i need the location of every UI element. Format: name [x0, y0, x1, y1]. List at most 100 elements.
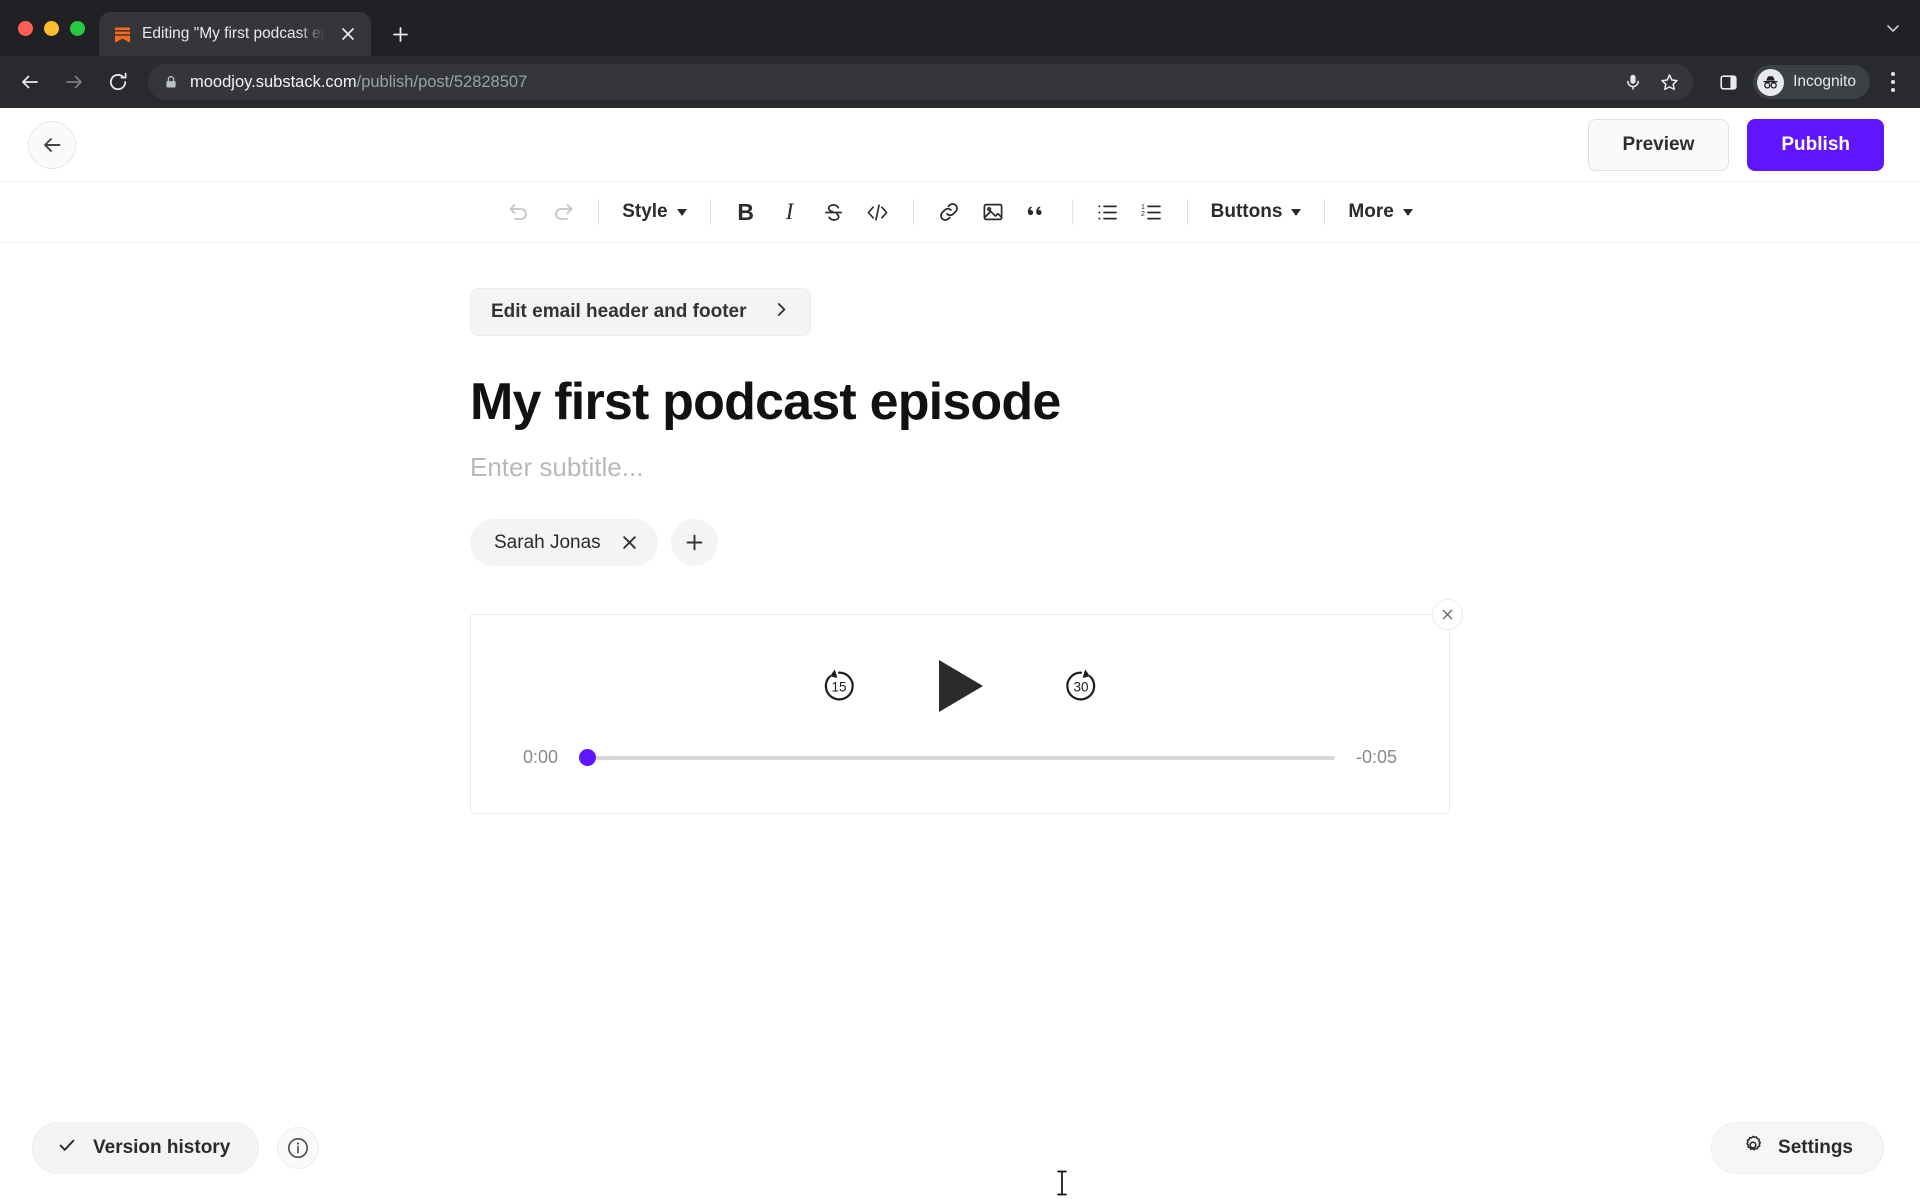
browser-window: Editing "My first podcast episo	[0, 0, 1920, 1200]
post-subtitle-input[interactable]: Enter subtitle...	[470, 452, 1450, 483]
audio-seek-track	[579, 755, 1335, 760]
profile-chip[interactable]: Incognito	[1753, 65, 1870, 99]
new-tab-button[interactable]	[383, 17, 417, 51]
toolbar-divider	[1186, 199, 1188, 225]
forward-arrow-icon	[54, 62, 94, 102]
url-path: /publish/post/52828507	[356, 72, 528, 91]
settings-label: Settings	[1778, 1137, 1853, 1158]
settings-button[interactable]: Settings	[1711, 1122, 1884, 1174]
more-dropdown[interactable]: More	[1338, 190, 1422, 234]
close-icon[interactable]	[335, 21, 361, 47]
formatting-toolbar: Style B I 1 2 Buttons More	[0, 181, 1920, 243]
editor-canvas: Edit email header and footer My first po…	[0, 243, 1920, 1200]
toolbar-divider	[598, 199, 600, 225]
italic-label: I	[785, 199, 794, 224]
link-icon[interactable]	[927, 190, 971, 234]
substack-bookmark-icon	[113, 25, 132, 44]
url-host: moodjoy.substack.com	[190, 72, 357, 91]
address-bar-actions	[1624, 73, 1679, 92]
code-button[interactable]	[856, 190, 900, 234]
address-bar-url: moodjoy.substack.com/publish/post/528285…	[190, 73, 527, 92]
browser-tab-strip: Editing "My first podcast episo	[0, 0, 1920, 56]
audio-player-block: 15 30 0:00 -0:05	[470, 599, 1463, 815]
editor-column: Edit email header and footer My first po…	[470, 243, 1463, 815]
editor-app-header: Preview Publish	[0, 108, 1920, 181]
add-author-button[interactable]	[670, 519, 718, 567]
info-icon[interactable]	[277, 1127, 320, 1169]
toolbar-divider	[1071, 199, 1073, 225]
close-window-button[interactable]	[18, 20, 33, 36]
lock-icon	[164, 75, 178, 89]
svg-text:1: 1	[1141, 204, 1145, 211]
toolbar-divider	[912, 199, 914, 225]
browser-right-controls: Incognito	[1705, 65, 1908, 99]
browser-tab[interactable]: Editing "My first podcast episo	[99, 12, 371, 56]
side-panel-icon[interactable]	[1711, 65, 1745, 99]
bold-button[interactable]: B	[724, 190, 768, 234]
chevron-down-icon	[1291, 208, 1302, 216]
browser-tab-title: Editing "My first podcast episo	[142, 25, 325, 42]
preview-button[interactable]: Preview	[1587, 118, 1730, 171]
gear-icon	[1742, 1134, 1764, 1162]
audio-seek-slider[interactable]	[579, 748, 1335, 768]
page-content: Preview Publish Style B I 1 2 Buttons Mo…	[0, 108, 1920, 1200]
audio-transport-controls: 15 30	[523, 615, 1397, 715]
audio-progress-row: 0:00 -0:05	[523, 747, 1397, 768]
back-arrow-icon[interactable]	[10, 62, 50, 102]
play-icon[interactable]	[934, 657, 986, 715]
publish-button[interactable]: Publish	[1747, 118, 1884, 171]
toolbar-divider	[1324, 199, 1326, 225]
buttons-dropdown[interactable]: Buttons	[1201, 190, 1312, 234]
maximize-window-button[interactable]	[70, 20, 85, 36]
svg-text:30: 30	[1073, 680, 1088, 695]
close-icon[interactable]	[621, 534, 638, 551]
chevron-down-icon	[676, 208, 687, 216]
redo-icon[interactable]	[541, 190, 585, 234]
profile-label: Incognito	[1793, 73, 1856, 90]
svg-text:2: 2	[1141, 211, 1145, 218]
rewind-15-icon[interactable]: 15	[818, 665, 860, 707]
chevron-down-icon	[1402, 208, 1413, 216]
edit-email-header-footer-button[interactable]: Edit email header and footer	[470, 288, 811, 336]
bullet-list-icon[interactable]	[1086, 190, 1130, 234]
byline: Sarah Jonas	[470, 519, 1450, 567]
author-chip[interactable]: Sarah Jonas	[470, 519, 658, 567]
italic-button[interactable]: I	[768, 190, 812, 234]
chevron-right-icon	[773, 301, 790, 324]
kebab-menu-icon[interactable]	[1878, 65, 1908, 99]
star-icon[interactable]	[1660, 73, 1679, 92]
tab-strip-right-controls	[1884, 0, 1920, 56]
check-icon	[57, 1135, 77, 1161]
style-dropdown[interactable]: Style	[612, 190, 696, 234]
incognito-icon	[1757, 68, 1785, 96]
blockquote-icon[interactable]	[1015, 190, 1059, 234]
image-icon[interactable]	[971, 190, 1015, 234]
chevron-down-icon[interactable]	[1884, 19, 1902, 37]
author-name: Sarah Jonas	[494, 531, 601, 553]
strikethrough-icon[interactable]	[812, 190, 856, 234]
edit-email-header-footer-label: Edit email header and footer	[491, 301, 747, 322]
editor-header-actions: Preview Publish	[1587, 118, 1884, 171]
toolbar-divider	[709, 199, 711, 225]
address-bar[interactable]: moodjoy.substack.com/publish/post/528285…	[148, 64, 1694, 100]
post-title-input[interactable]: My first podcast episode	[470, 374, 1450, 430]
version-history-label: Version history	[93, 1137, 231, 1158]
version-history-button[interactable]: Version history	[32, 1122, 260, 1174]
editor-footer-bar: Version history Settings	[0, 1096, 1920, 1200]
more-dropdown-label: More	[1348, 201, 1394, 222]
microphone-icon[interactable]	[1624, 73, 1642, 91]
browser-toolbar: moodjoy.substack.com/publish/post/528285…	[0, 56, 1920, 108]
svg-text:15: 15	[831, 680, 846, 695]
undo-icon[interactable]	[497, 190, 541, 234]
back-arrow-icon[interactable]	[28, 120, 76, 169]
audio-current-time: 0:00	[523, 747, 559, 768]
buttons-dropdown-label: Buttons	[1210, 201, 1283, 222]
audio-remaining-time: -0:05	[1355, 747, 1397, 768]
bold-label: B	[737, 198, 754, 225]
numbered-list-icon[interactable]: 1 2	[1130, 190, 1174, 234]
forward-30-icon[interactable]: 30	[1060, 665, 1102, 707]
audio-seek-thumb[interactable]	[579, 749, 596, 767]
close-icon[interactable]	[1432, 599, 1463, 631]
minimize-window-button[interactable]	[44, 20, 59, 36]
reload-icon[interactable]	[98, 62, 138, 102]
